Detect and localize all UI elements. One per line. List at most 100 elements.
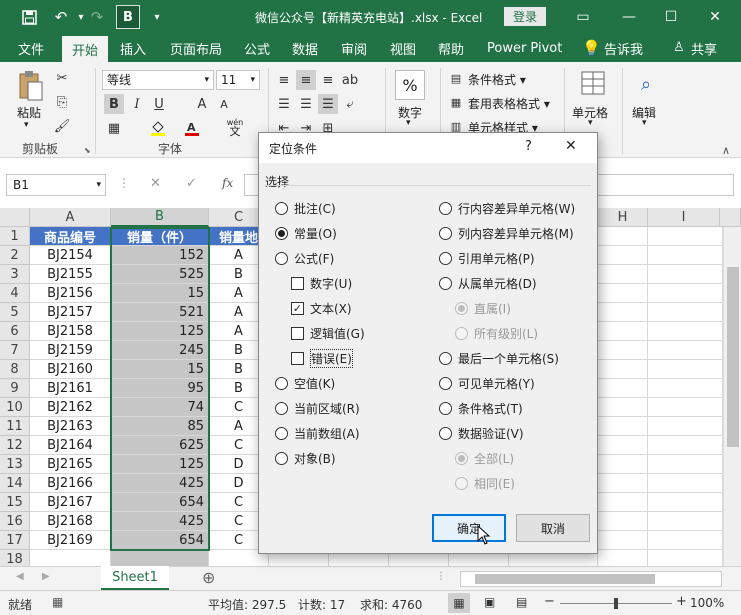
radio-button-icon[interactable] [275,376,288,390]
checkbox-icon[interactable] [291,326,304,340]
save-icon[interactable] [18,7,40,27]
empty-cell[interactable] [648,303,723,322]
table-cell[interactable]: BJ2167 [30,493,111,512]
radio-button-icon[interactable] [275,251,288,265]
wrap-text-icon[interactable]: ⤶ [340,94,360,114]
row-header[interactable]: 13 [0,455,30,474]
empty-cell[interactable] [598,455,648,474]
empty-cell[interactable] [648,265,723,284]
vertical-scrollbar[interactable] [723,227,741,566]
table-cell[interactable]: 85 [111,417,209,436]
fill-color-icon[interactable] [148,118,168,138]
italic-button[interactable]: I [127,94,147,114]
checkbox-icon[interactable] [291,276,304,290]
table-cell[interactable]: 654 [111,531,209,550]
column-header-h[interactable]: H [598,208,648,227]
table-cell[interactable]: 625 [111,436,209,455]
empty-cell[interactable] [598,550,648,566]
header-cell[interactable]: 销量（件） [111,227,209,246]
empty-cell[interactable] [598,436,648,455]
radio-option[interactable]: 引用单元格(P) [439,249,535,267]
table-cell[interactable]: BJ2161 [30,379,111,398]
empty-cell[interactable] [598,360,648,379]
font-size-combo[interactable]: 11 ▾ [216,70,260,90]
paste-dropdown-icon[interactable]: ▾ [24,120,29,130]
radio-button-icon[interactable] [275,226,288,240]
search-icon[interactable]: ⌕ [633,70,659,98]
ribbon-display-options-icon[interactable]: ▭ [568,6,598,28]
table-cell[interactable]: 245 [111,341,209,360]
table-cell[interactable]: 152 [111,246,209,265]
empty-cell[interactable] [648,284,723,303]
macro-record-icon[interactable]: ▦ [52,595,63,609]
orientation-icon[interactable]: ab [340,70,360,90]
sheet-tab-sheet1[interactable]: Sheet1 [101,566,169,590]
radio-button-icon[interactable] [439,376,452,390]
row-header[interactable]: 15 [0,493,30,512]
radio-button-icon[interactable] [439,251,452,265]
table-cell[interactable]: 525 [111,265,209,284]
tab-data[interactable]: 数据 [286,34,324,62]
empty-cell[interactable] [648,512,723,531]
empty-cell[interactable] [648,455,723,474]
shrink-font-button[interactable]: A [214,94,234,114]
checkbox-icon[interactable] [291,351,304,365]
radio-button-icon[interactable] [439,226,452,240]
radio-option[interactable]: 行内容差异单元格(W) [439,199,575,217]
zoom-out-icon[interactable]: − [544,594,555,609]
vertical-scrollbar-thumb[interactable] [727,267,739,447]
empty-cell[interactable] [648,360,723,379]
paste-icon[interactable] [16,70,46,102]
split-handle-icon[interactable]: ⋮ [436,571,446,582]
table-cell[interactable] [111,550,209,566]
page-layout-view-icon[interactable]: ▣ [484,595,495,609]
add-sheet-icon[interactable]: ⊕ [202,568,215,587]
row-header[interactable]: 3 [0,265,30,284]
empty-cell[interactable] [648,474,723,493]
table-cell[interactable] [30,550,111,566]
table-cell[interactable]: BJ2162 [30,398,111,417]
font-color-icon[interactable]: A [182,118,202,138]
underline-button[interactable]: U [149,94,169,114]
empty-cell[interactable] [598,474,648,493]
radio-option[interactable]: 条件格式(T) [439,399,523,417]
grow-font-button[interactable]: A [192,94,212,114]
table-cell[interactable]: BJ2156 [30,284,111,303]
zoom-in-icon[interactable]: + [676,594,687,609]
row-header[interactable]: 10 [0,398,30,417]
column-header-j[interactable] [720,208,741,227]
column-header-a[interactable]: A [30,208,111,227]
align-bottom-icon[interactable]: ≡ [318,70,338,90]
table-cell[interactable]: BJ2160 [30,360,111,379]
tell-me-box[interactable]: 告诉我 [598,34,649,62]
row-header[interactable]: 5 [0,303,30,322]
empty-cell[interactable] [598,341,648,360]
login-button[interactable]: 登录 [504,7,546,26]
collapse-ribbon-icon[interactable]: ∧ [722,144,730,157]
radio-button-icon[interactable] [439,351,452,365]
empty-cell[interactable] [648,341,723,360]
format-painter-icon[interactable]: 🖌 [52,116,72,136]
table-cell[interactable]: BJ2164 [30,436,111,455]
table-cell[interactable]: BJ2168 [30,512,111,531]
cancel-button[interactable]: 取消 [516,514,590,542]
table-cell[interactable]: 654 [111,493,209,512]
row-header[interactable]: 11 [0,417,30,436]
tab-insert[interactable]: 插入 [114,34,152,62]
row-header[interactable]: 6 [0,322,30,341]
checkbox-icon[interactable]: ✓ [291,301,304,315]
empty-cell[interactable] [598,531,648,550]
empty-cell[interactable] [648,398,723,417]
column-header-b[interactable]: B [111,208,209,227]
copy-icon[interactable]: ⎘ [52,92,72,112]
checkbox-option[interactable]: 错误(E) [291,348,353,368]
tab-formulas[interactable]: 公式 [238,34,276,62]
table-cell[interactable]: BJ2163 [30,417,111,436]
table-cell[interactable]: BJ2157 [30,303,111,322]
radio-option[interactable]: 当前区域(R) [275,399,360,417]
empty-cell[interactable] [598,284,648,303]
row-header[interactable]: 7 [0,341,30,360]
customize-toolbar-icon[interactable]: ▾ [146,7,168,27]
bold-button[interactable]: B [104,94,124,114]
tab-help[interactable]: 帮助 [432,34,470,62]
